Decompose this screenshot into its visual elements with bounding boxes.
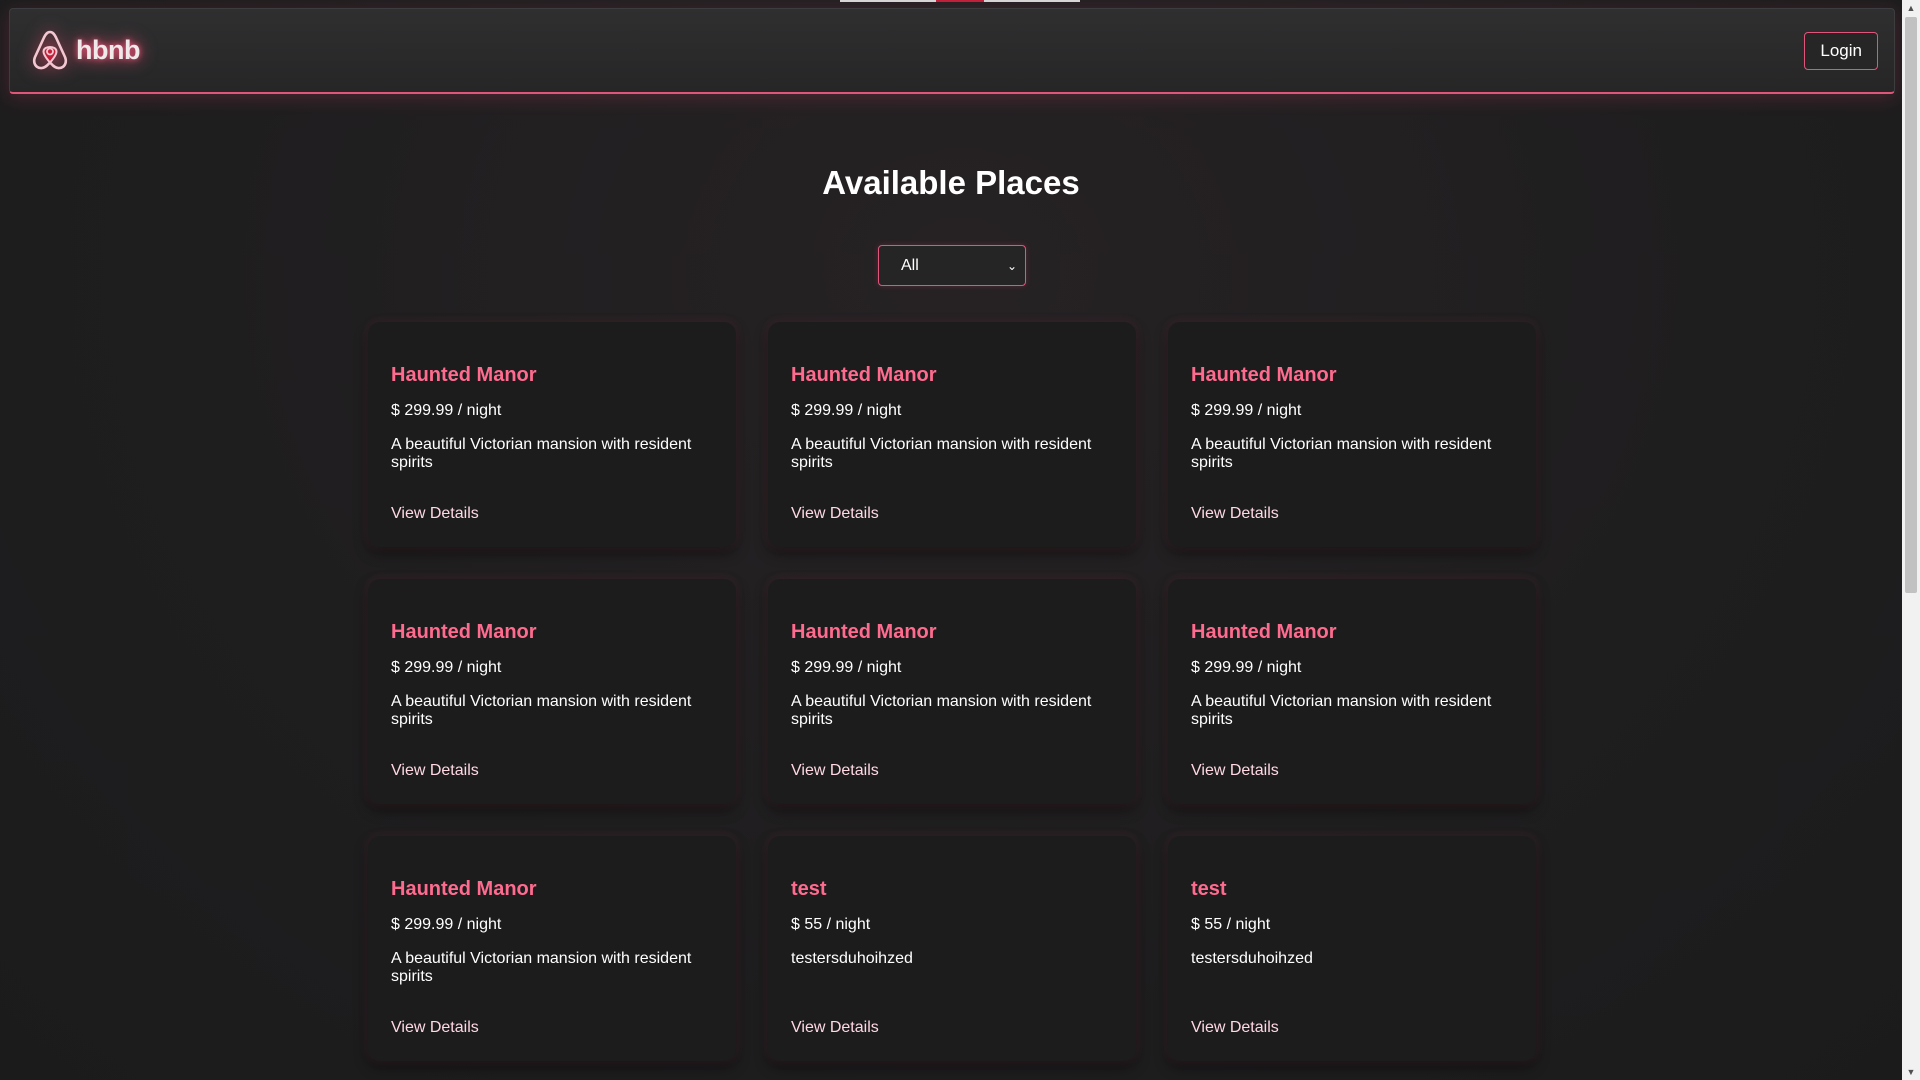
places-grid: Haunted Manor $ 299.99 / night A beautiful… [368,322,1536,1061]
place-price: $ 299.99 / night [1191,402,1302,419]
price-filter-select[interactable]: All ⌄ [878,245,1026,286]
place-description: A beautiful Victorian mansion with resid… [791,436,1092,471]
place-description: A beautiful Victorian mansion with resid… [391,693,692,728]
airbnb-logo-icon [32,30,68,69]
place-price: $ 55 / night [791,916,871,933]
view-details-link[interactable]: View Details [391,762,479,780]
view-details-link[interactable]: View Details [791,762,879,780]
scrollbar-thumb[interactable] [1905,17,1917,593]
view-details-link[interactable]: View Details [1191,762,1279,780]
tab-indicator-active-segment [936,0,984,2]
filter-selected-value: All [901,256,919,274]
page-scrollbar[interactable]: ▲ ▼ [1902,0,1920,1080]
scroll-down-arrow-icon[interactable]: ▼ [1902,1064,1920,1080]
place-title: Haunted Manor [1191,364,1337,386]
view-details-link[interactable]: View Details [391,1019,479,1037]
place-card: Haunted Manor $ 299.99 / night A beautiful… [1168,322,1536,547]
place-price: $ 299.99 / night [791,402,902,419]
place-title: Haunted Manor [791,364,937,386]
logo-text: hbnb [76,35,140,65]
view-details-link[interactable]: View Details [791,1019,879,1037]
place-title: Haunted Manor [391,364,537,386]
view-details-link[interactable]: View Details [791,505,879,523]
place-title: test [791,878,827,900]
place-price: $ 299.99 / night [391,916,502,933]
place-card: test $ 55 / night testersduhoihzed View Det… [1168,836,1536,1061]
place-description: A beautiful Victorian mansion with resid… [391,436,692,471]
place-description: testersduhoihzed [1191,950,1313,967]
place-card: Haunted Manor $ 299.99 / night A beautiful… [768,322,1136,547]
scroll-up-arrow-icon[interactable]: ▲ [1902,0,1920,16]
place-price: $ 299.99 / night [1191,659,1302,676]
place-title: Haunted Manor [791,621,937,643]
login-button[interactable]: Login [1804,31,1878,70]
view-details-link[interactable]: View Details [391,505,479,523]
place-title: Haunted Manor [391,621,537,643]
place-price: $ 299.99 / night [391,659,502,676]
place-card: Haunted Manor $ 299.99 / night A beautiful… [1168,579,1536,804]
place-description: A beautiful Victorian mansion with resid… [791,693,1092,728]
place-title: test [1191,878,1227,900]
chevron-down-icon: ⌄ [1006,258,1017,273]
browser-tab-indicator [840,0,1080,2]
place-price: $ 55 / night [1191,916,1271,933]
place-description: A beautiful Victorian mansion with resid… [391,950,692,985]
view-details-link[interactable]: View Details [1191,505,1279,523]
place-price: $ 299.99 / night [791,659,902,676]
place-card: Haunted Manor $ 299.99 / night A beautiful… [768,579,1136,804]
place-card: Haunted Manor $ 299.99 / night A beautiful… [368,836,736,1061]
page-title: Available Places [822,164,1080,201]
place-card: Haunted Manor $ 299.99 / night A beautiful… [368,579,736,804]
place-description: A beautiful Victorian mansion with resid… [1191,436,1492,471]
place-price: $ 299.99 / night [391,402,502,419]
site-header: hbnb Login [9,8,1895,94]
logo[interactable]: hbnb [30,29,140,73]
place-description: testersduhoihzed [791,950,913,967]
tab-indicator-segment [984,0,1080,2]
view-details-link[interactable]: View Details [1191,1019,1279,1037]
place-title: Haunted Manor [391,878,537,900]
place-card: Haunted Manor $ 299.99 / night A beautiful… [368,322,736,547]
tab-indicator-segment [840,0,936,2]
place-title: Haunted Manor [1191,621,1337,643]
place-description: A beautiful Victorian mansion with resid… [1191,693,1492,728]
place-card: test $ 55 / night testersduhoihzed View Det… [768,836,1136,1061]
